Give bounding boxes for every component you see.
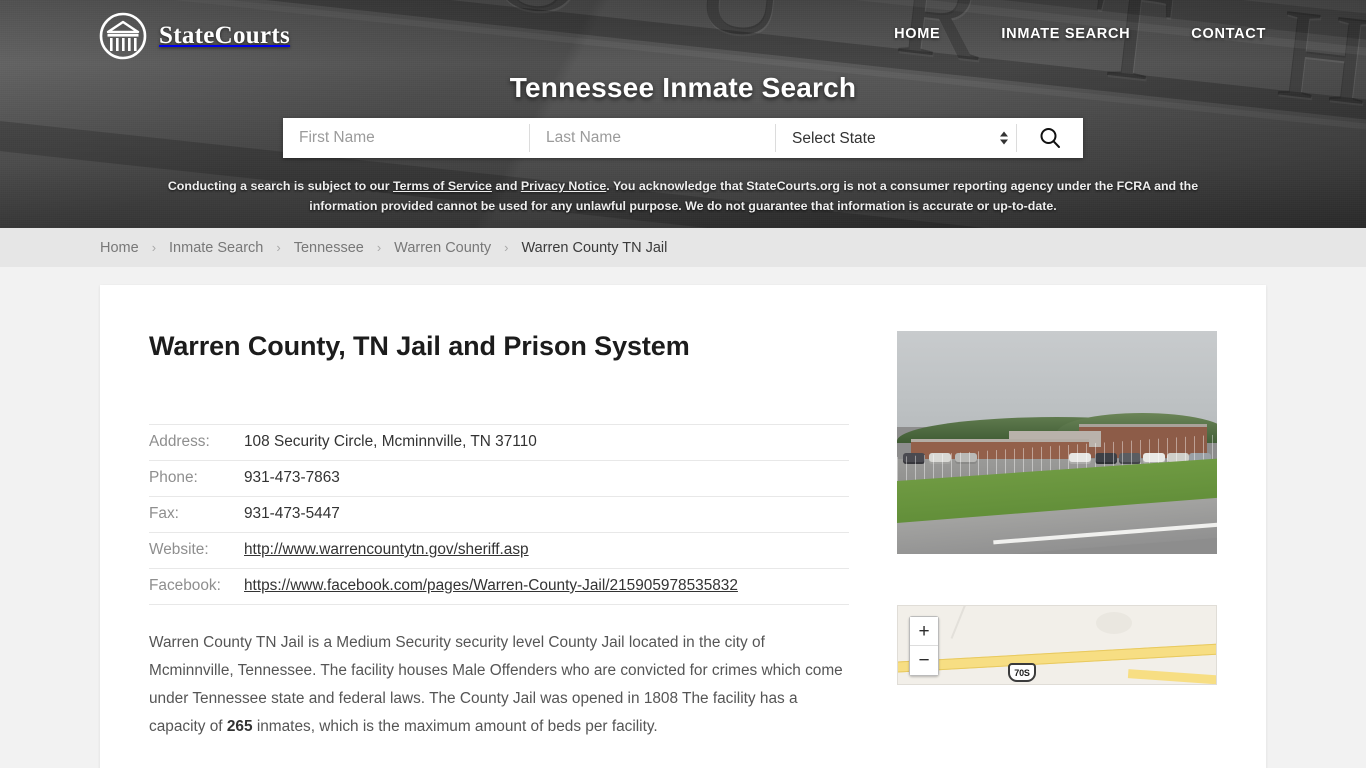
fact-value-fax: 931-473-5447 (244, 496, 849, 533)
facility-photo (897, 331, 1217, 554)
breadcrumb-item-home[interactable]: Home (100, 240, 139, 256)
photo-sky (897, 331, 1217, 427)
table-row: Fax: 931-473-5447 (149, 496, 849, 533)
fact-label-phone: Phone: (149, 460, 244, 497)
content-card: Warren County, TN Jail and Prison System… (100, 285, 1266, 768)
map-zoom-in-button[interactable]: + (910, 617, 938, 646)
first-name-input[interactable] (283, 118, 529, 158)
breadcrumb-separator-icon: › (151, 240, 157, 255)
breadcrumb: Home › Inmate Search › Tennessee › Warre… (100, 240, 667, 256)
hero-title: Tennessee Inmate Search (509, 72, 857, 103)
privacy-notice-link[interactable]: Privacy Notice (521, 179, 606, 193)
breadcrumb-item-warren-county[interactable]: Warren County (394, 240, 491, 256)
map-minor-road (950, 606, 968, 639)
breadcrumb-separator-icon: › (504, 240, 509, 255)
search-icon (1040, 128, 1060, 148)
fact-value-address: 108 Security Circle, Mcminnville, TN 371… (244, 424, 849, 461)
map-zoom-out-button[interactable]: − (910, 646, 938, 675)
state-select[interactable]: Select State (776, 118, 1016, 158)
fact-label-address: Address: (149, 424, 244, 461)
breadcrumb-separator-icon: › (276, 240, 281, 255)
facility-description: Warren County TN Jail is a Medium Securi… (149, 629, 849, 741)
table-row: Website: http://www.warrencountytn.gov/s… (149, 532, 849, 569)
main-navigation: HOME INMATE SEARCH CONTACT (894, 26, 1266, 42)
fact-value-phone: 931-473-7863 (244, 460, 849, 497)
site-logo-link[interactable]: StateCourts (98, 11, 290, 61)
fact-value-website: http://www.warrencountytn.gov/sheriff.as… (244, 532, 849, 569)
capacity-value: 265 (226, 718, 253, 735)
fact-label-facebook: Facebook: (149, 568, 244, 605)
breadcrumb-bar: Home › Inmate Search › Tennessee › Warre… (0, 228, 1366, 267)
facebook-link[interactable]: https://www.facebook.com/pages/Warren-Co… (244, 577, 738, 594)
fact-label-website: Website: (149, 532, 244, 569)
last-name-input[interactable] (530, 118, 775, 158)
site-header: C O U R T H O U S E StateCourts HOME INM… (0, 0, 1366, 228)
facility-details-column: Warren County, TN Jail and Prison System… (149, 331, 849, 741)
disclaimer-text-2: and (491, 179, 521, 193)
nav-item-home[interactable]: HOME (894, 26, 940, 42)
table-row: Address: 108 Security Circle, Mcminnvill… (149, 424, 849, 461)
breadcrumb-item-inmate-search[interactable]: Inmate Search (169, 240, 263, 256)
breadcrumb-separator-icon: › (376, 240, 382, 255)
search-submit-button[interactable] (1017, 118, 1083, 158)
table-row: Facebook: https://www.facebook.com/pages… (149, 568, 849, 605)
courthouse-circle-icon (99, 12, 147, 60)
page-title: Warren County, TN Jail and Prison System (149, 331, 690, 361)
map-zoom-controls: + − (909, 616, 939, 676)
nav-item-inmate-search[interactable]: INMATE SEARCH (1001, 26, 1130, 42)
state-select-wrapper: Select State (776, 118, 1016, 158)
inmate-search-form: Select State (283, 118, 1083, 158)
terms-of-service-link[interactable]: Terms of Service (393, 179, 492, 193)
map-highway (898, 641, 1216, 674)
table-row: Phone: 931-473-7863 (149, 460, 849, 497)
nav-item-contact[interactable]: CONTACT (1191, 26, 1266, 42)
breadcrumb-item-tennessee[interactable]: Tennessee (294, 240, 364, 256)
fact-value-facebook: https://www.facebook.com/pages/Warren-Co… (244, 568, 849, 605)
disclaimer-text-1: Conducting a search is subject to our (167, 179, 393, 193)
website-link[interactable]: http://www.warrencountytn.gov/sheriff.as… (244, 541, 529, 558)
map-landmass (1096, 612, 1132, 634)
search-disclaimer: Conducting a search is subject to our Te… (133, 176, 1233, 216)
brand-name: StateCourts (159, 22, 291, 49)
media-column: 70S + − (897, 331, 1217, 741)
highway-shield-icon: 70S (1008, 663, 1036, 682)
fact-label-fax: Fax: (149, 496, 244, 533)
breadcrumb-item-current: Warren County TN Jail (521, 239, 668, 256)
map-highway-branch (1127, 669, 1216, 684)
description-text-after: inmates, which is the maximum amount of … (252, 718, 658, 735)
facility-facts-table: Address: 108 Security Circle, Mcminnvill… (149, 424, 849, 605)
location-map[interactable]: 70S + − (897, 605, 1217, 685)
